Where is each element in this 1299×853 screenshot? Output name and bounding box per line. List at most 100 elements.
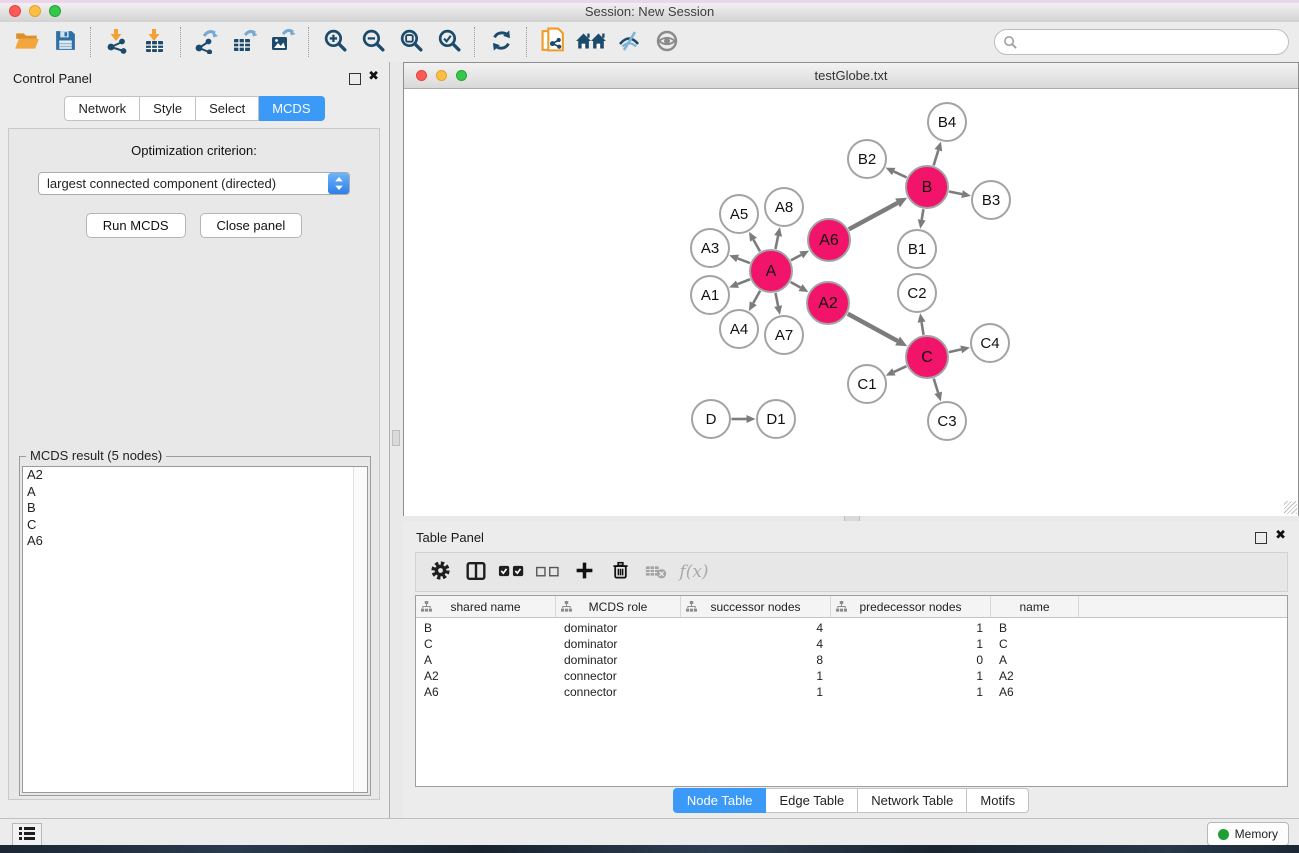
close-panel-icon[interactable]: ✖: [1275, 528, 1286, 543]
graph-node-C1[interactable]: C1: [848, 365, 886, 403]
edge-C-C1[interactable]: [886, 366, 907, 375]
zoom-fit-button[interactable]: [392, 26, 430, 58]
graph-node-A7[interactable]: A7: [765, 316, 803, 354]
graph-node-B4[interactable]: B4: [928, 103, 966, 141]
edge-C-C4[interactable]: [949, 345, 970, 353]
delete-table-button[interactable]: [638, 557, 674, 587]
tab-motifs[interactable]: Motifs: [967, 788, 1029, 813]
node-table[interactable]: shared nameMCDS rolesuccessor nodesprede…: [415, 595, 1288, 787]
refresh-button[interactable]: [482, 26, 520, 58]
function-builder-button[interactable]: f(x): [674, 557, 710, 587]
graph-node-B1[interactable]: B1: [898, 230, 936, 268]
edge-B-B2[interactable]: [886, 168, 907, 178]
edge-A2-C[interactable]: [848, 314, 907, 346]
search-field[interactable]: [994, 29, 1289, 55]
save-session-button[interactable]: [46, 26, 84, 58]
show-graphics-details-button[interactable]: [648, 26, 686, 58]
hide-graphics-details-button[interactable]: [610, 26, 648, 58]
mcds-result-list[interactable]: A2ABCA6: [22, 466, 368, 793]
edge-A-A8[interactable]: [774, 227, 782, 249]
search-input[interactable]: [1022, 34, 1288, 51]
delete-column-button[interactable]: [602, 557, 638, 587]
column-header-predecessor-nodes[interactable]: predecessor nodes: [831, 596, 991, 617]
mcds-result-item[interactable]: C: [23, 517, 367, 534]
import-table-button[interactable]: [136, 26, 174, 58]
optimization-criterion-dropdown[interactable]: largest connected component (directed): [38, 172, 350, 195]
tab-edge-table[interactable]: Edge Table: [766, 788, 858, 813]
import-network-button[interactable]: [98, 26, 136, 58]
edge-A-A3[interactable]: [729, 255, 750, 263]
tab-network[interactable]: Network: [64, 96, 140, 121]
vertical-splitter[interactable]: [390, 62, 403, 818]
graph-node-C2[interactable]: C2: [898, 274, 936, 312]
tab-node-table[interactable]: Node Table: [673, 788, 767, 813]
graph-node-A[interactable]: A: [750, 250, 792, 292]
home-button[interactable]: [572, 26, 610, 58]
edge-A-A4[interactable]: [749, 291, 760, 311]
edge-A6-B[interactable]: [849, 198, 907, 230]
select-all-columns-button[interactable]: [494, 557, 530, 587]
graph-node-B3[interactable]: B3: [972, 181, 1010, 219]
table-settings-button[interactable]: [422, 557, 458, 587]
graph-node-D1[interactable]: D1: [757, 400, 795, 438]
export-network-button[interactable]: [188, 26, 226, 58]
scrollbar-track[interactable]: [353, 467, 367, 792]
network-canvas[interactable]: B4B2BB3A8A5A6B1A3AC2A1A2A4A7C4CC1DD1C3: [404, 89, 1298, 516]
edge-A-A6[interactable]: [791, 251, 809, 261]
float-panel-icon[interactable]: [349, 73, 361, 85]
tab-select[interactable]: Select: [196, 96, 259, 121]
zoom-out-button[interactable]: [354, 26, 392, 58]
export-table-button[interactable]: [226, 26, 264, 58]
graph-node-A6[interactable]: A6: [808, 219, 850, 261]
add-column-button[interactable]: [566, 557, 602, 587]
column-header-name[interactable]: name: [991, 596, 1079, 617]
tab-mcds[interactable]: MCDS: [259, 96, 324, 121]
mcds-result-item[interactable]: A6: [23, 533, 367, 550]
zoom-selected-button[interactable]: [430, 26, 468, 58]
column-header-shared-name[interactable]: shared name: [416, 596, 556, 617]
edge-B-B1[interactable]: [918, 209, 926, 229]
memory-button[interactable]: Memory: [1207, 822, 1289, 846]
edge-A-A1[interactable]: [729, 279, 750, 288]
close-panel-icon[interactable]: ✖: [368, 69, 379, 84]
table-row[interactable]: A6connector11A6: [416, 684, 1287, 700]
graph-node-D[interactable]: D: [692, 400, 730, 438]
column-header-MCDS-role[interactable]: MCDS role: [556, 596, 681, 617]
edge-C-C2[interactable]: [918, 313, 926, 335]
run-mcds-button[interactable]: Run MCDS: [86, 213, 186, 238]
graph-node-A2[interactable]: A2: [807, 282, 849, 324]
table-row[interactable]: A2connector11A2: [416, 668, 1287, 684]
edge-D-D1[interactable]: [732, 415, 756, 423]
graph-node-A5[interactable]: A5: [720, 195, 758, 233]
edge-A-A7[interactable]: [774, 293, 782, 315]
open-session-button[interactable]: [8, 26, 46, 58]
table-row[interactable]: Bdominator41B: [416, 620, 1287, 636]
graph-node-A3[interactable]: A3: [691, 229, 729, 267]
edge-B-B4[interactable]: [934, 142, 943, 166]
edge-A-A5[interactable]: [749, 232, 760, 252]
export-image-button[interactable]: [264, 26, 302, 58]
mcds-result-item[interactable]: A: [23, 484, 367, 501]
mcds-result-item[interactable]: B: [23, 500, 367, 517]
graph-node-C[interactable]: C: [906, 336, 948, 378]
edge-A-A2[interactable]: [791, 282, 809, 292]
zoom-in-button[interactable]: [316, 26, 354, 58]
table-row[interactable]: Adominator80A: [416, 652, 1287, 668]
graph-node-A8[interactable]: A8: [765, 188, 803, 226]
graph-node-A1[interactable]: A1: [691, 276, 729, 314]
table-row[interactable]: Cdominator41C: [416, 636, 1287, 652]
graph-node-A4[interactable]: A4: [720, 310, 758, 348]
mcds-result-item[interactable]: A2: [23, 467, 367, 484]
float-panel-icon[interactable]: [1255, 532, 1267, 544]
tab-style[interactable]: Style: [140, 96, 196, 121]
open-network-document-button[interactable]: [534, 26, 572, 58]
splitter-grip[interactable]: [392, 430, 400, 446]
graph-node-B[interactable]: B: [906, 166, 948, 208]
tab-network-table[interactable]: Network Table: [858, 788, 967, 813]
edge-B-B3[interactable]: [949, 190, 971, 198]
column-header-successor-nodes[interactable]: successor nodes: [681, 596, 831, 617]
graph-node-C4[interactable]: C4: [971, 324, 1009, 362]
graph-node-B2[interactable]: B2: [848, 140, 886, 178]
task-history-button[interactable]: [12, 823, 42, 847]
close-panel-button[interactable]: Close panel: [200, 213, 303, 238]
